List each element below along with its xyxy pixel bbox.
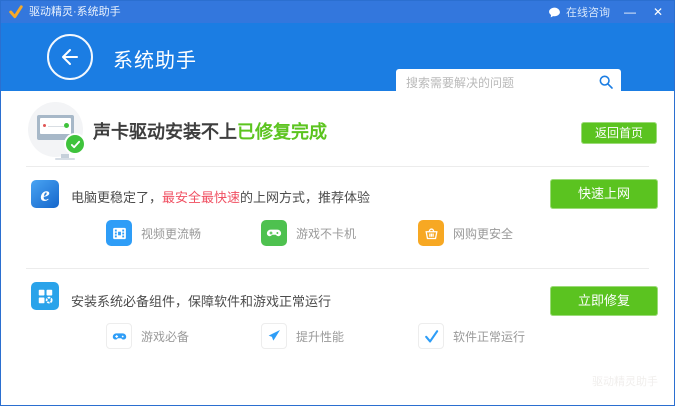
back-button[interactable] bbox=[47, 34, 93, 80]
fast-internet-button[interactable]: 快速上网 bbox=[550, 179, 658, 209]
return-home-button[interactable]: 返回首页 bbox=[581, 122, 657, 144]
online-service-label: 在线咨询 bbox=[566, 4, 610, 20]
minimize-button[interactable]: — bbox=[622, 1, 638, 23]
feature-shopping: 网购更安全 bbox=[418, 220, 513, 246]
page-header: 系统助手 bbox=[1, 23, 674, 91]
app-logo-icon bbox=[9, 5, 23, 19]
search-box bbox=[396, 69, 621, 95]
internet-suggestion-text: 电脑更稳定了，最安全最快速的上网方式，推荐体验 bbox=[71, 187, 370, 206]
feature-performance: 提升性能 bbox=[261, 323, 344, 349]
feature-label: 视频更流畅 bbox=[141, 225, 201, 242]
repair-issue-text: 声卡驱动安装不上 bbox=[93, 122, 237, 142]
internet-text-prefix: 电脑更稳定了， bbox=[71, 190, 162, 205]
chat-bubble-icon bbox=[548, 6, 561, 19]
divider bbox=[26, 268, 649, 269]
feature-label: 软件正常运行 bbox=[453, 328, 525, 345]
online-service-button[interactable]: 在线咨询 bbox=[548, 4, 610, 20]
rocket-icon bbox=[261, 323, 287, 349]
ie-letter: e bbox=[40, 180, 49, 208]
gamepad-outline-icon bbox=[106, 323, 132, 349]
feature-label: 游戏不卡机 bbox=[296, 225, 356, 242]
divider bbox=[26, 166, 649, 167]
ie-browser-icon: e bbox=[31, 180, 59, 208]
search-input[interactable] bbox=[404, 69, 593, 97]
search-icon[interactable] bbox=[598, 74, 614, 90]
page-title: 系统助手 bbox=[113, 44, 197, 73]
basket-icon bbox=[418, 220, 444, 246]
arrow-left-icon bbox=[58, 45, 82, 69]
feature-game-smooth: 游戏不卡机 bbox=[261, 220, 356, 246]
repair-now-button[interactable]: 立即修复 bbox=[550, 286, 658, 316]
success-check-icon bbox=[64, 133, 86, 155]
feature-game-essentials: 游戏必备 bbox=[106, 323, 189, 349]
internet-text-highlight: 最安全最快速 bbox=[162, 190, 240, 205]
app-window: 驱动精灵·系统助手 在线咨询 — ✕ 系统助手 bbox=[0, 0, 675, 406]
repaired-device-icon bbox=[28, 102, 83, 157]
window-title: 驱动精灵·系统助手 bbox=[29, 1, 121, 23]
video-icon bbox=[106, 220, 132, 246]
repair-result-headline: 声卡驱动安装不上已修复完成 bbox=[93, 118, 327, 144]
feature-label: 提升性能 bbox=[296, 328, 344, 345]
feature-label: 网购更安全 bbox=[453, 225, 513, 242]
watermark: 驱动精灵助手 bbox=[592, 373, 658, 389]
close-button[interactable]: ✕ bbox=[650, 1, 666, 23]
title-bar: 驱动精灵·系统助手 在线咨询 — ✕ bbox=[1, 1, 674, 23]
feature-video: 视频更流畅 bbox=[106, 220, 201, 246]
feature-label: 游戏必备 bbox=[141, 328, 189, 345]
gamepad-icon bbox=[261, 220, 287, 246]
components-suggestion-text: 安装系统必备组件，保障软件和游戏正常运行 bbox=[71, 291, 331, 310]
check-icon bbox=[418, 323, 444, 349]
system-components-icon bbox=[31, 282, 59, 310]
feature-software-ok: 软件正常运行 bbox=[418, 323, 525, 349]
repair-status-text: 已修复完成 bbox=[237, 122, 327, 142]
internet-text-suffix: 的上网方式，推荐体验 bbox=[240, 190, 370, 205]
